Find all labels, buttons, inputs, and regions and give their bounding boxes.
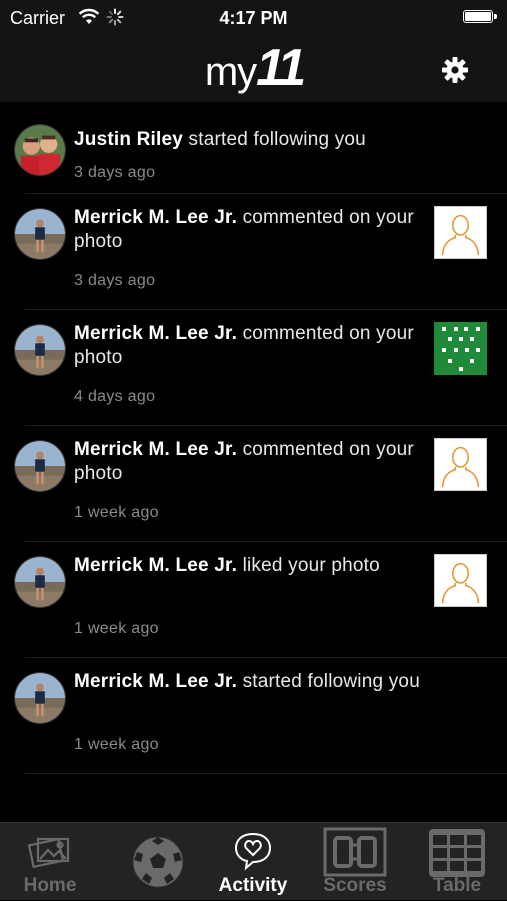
tab-table[interactable]: Table: [418, 823, 496, 901]
photos-icon: [28, 837, 70, 869]
timestamp: 3 days ago: [74, 272, 156, 289]
tab-home[interactable]: Home: [10, 823, 90, 901]
tab-activity[interactable]: Activity: [208, 823, 298, 901]
user-name[interactable]: Merrick M. Lee Jr.: [74, 555, 237, 576]
user-name[interactable]: Merrick M. Lee Jr.: [74, 671, 237, 692]
feed-item[interactable]: Merrick M. Lee Jr. commented on your pho…: [0, 194, 507, 310]
status-bar: Carrier 4:17 PM: [0, 0, 507, 36]
heart-bubble-icon: [234, 832, 272, 871]
action-text: liked your photo: [242, 555, 380, 576]
grid-table-icon: [429, 829, 485, 877]
feed-message: Merrick M. Lee Jr. commented on your pho…: [74, 438, 424, 486]
avatar[interactable]: [14, 124, 66, 176]
scoreboard-icon: [323, 827, 387, 877]
avatar[interactable]: [14, 208, 66, 260]
feed-message: Justin Riley started following you: [74, 128, 494, 152]
timestamp: 1 week ago: [74, 504, 159, 521]
avatar[interactable]: [14, 324, 66, 376]
feed-item[interactable]: Justin Riley started following you 3 day…: [0, 102, 507, 194]
user-name[interactable]: Merrick M. Lee Jr.: [74, 439, 237, 460]
tab-label: Home: [23, 875, 77, 896]
person-placeholder-icon[interactable]: [434, 438, 487, 491]
soccer-ball-icon: [132, 836, 184, 888]
timestamp: 3 days ago: [74, 164, 156, 181]
clock: 4:17 PM: [219, 8, 288, 28]
feed-item[interactable]: Merrick M. Lee Jr. liked your photo 1 we…: [0, 542, 507, 658]
app-logo: my11: [204, 39, 306, 97]
activity-feed: Justin Riley started following you 3 day…: [0, 102, 507, 774]
battery-icon: [463, 10, 497, 23]
avatar[interactable]: [14, 440, 66, 492]
feed-message: Merrick M. Lee Jr. started following you: [74, 670, 424, 694]
avatar[interactable]: [14, 556, 66, 608]
tab-label: Scores: [323, 875, 387, 896]
tab-label: Activity: [218, 875, 288, 896]
avatar[interactable]: [14, 672, 66, 724]
person-placeholder-icon[interactable]: [434, 206, 487, 259]
tab-bar: Home Activity Scores Table: [0, 822, 507, 900]
user-name[interactable]: Merrick M. Lee Jr.: [74, 323, 237, 344]
action-text: started following you: [188, 129, 366, 150]
divider: [25, 773, 507, 774]
gear-icon[interactable]: [441, 56, 469, 84]
nav-bar: my11: [0, 36, 507, 102]
timestamp: 4 days ago: [74, 388, 156, 405]
tab-ball[interactable]: [126, 823, 190, 901]
person-placeholder-icon[interactable]: [434, 554, 487, 607]
timestamp: 1 week ago: [74, 620, 159, 637]
tab-scores[interactable]: Scores: [316, 823, 394, 901]
feed-item[interactable]: Merrick M. Lee Jr. commented on your pho…: [0, 426, 507, 542]
feed-message: Merrick M. Lee Jr. commented on your pho…: [74, 206, 424, 254]
timestamp: 1 week ago: [74, 736, 159, 753]
feed-message: Merrick M. Lee Jr. commented on your pho…: [74, 322, 424, 370]
team-formation-thumbnail[interactable]: [434, 322, 487, 375]
feed-item[interactable]: Merrick M. Lee Jr. started following you…: [0, 658, 507, 774]
feed-message: Merrick M. Lee Jr. liked your photo: [74, 554, 424, 578]
feed-item[interactable]: Merrick M. Lee Jr. commented on your pho…: [0, 310, 507, 426]
user-name[interactable]: Merrick M. Lee Jr.: [74, 207, 237, 228]
tab-label: Table: [432, 875, 482, 896]
user-name[interactable]: Justin Riley: [74, 129, 183, 150]
action-text: started following you: [242, 671, 420, 692]
